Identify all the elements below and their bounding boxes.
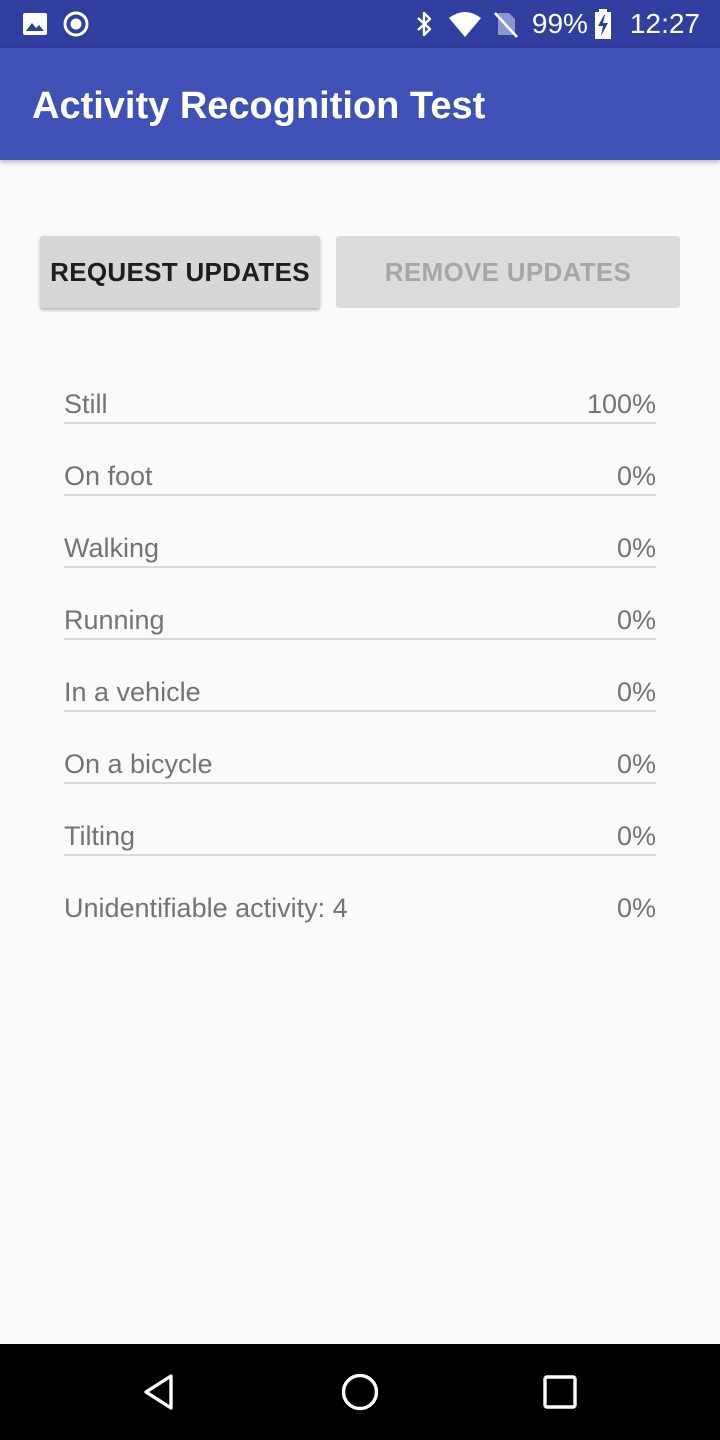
status-right-icons: 99% 12:27 [414, 8, 700, 40]
activity-row-unidentifiable: Unidentifiable activity: 4 0% [64, 884, 656, 956]
activity-confidence: 0% [616, 461, 656, 491]
activity-row-running: Running 0% [64, 596, 656, 668]
back-icon [140, 1372, 180, 1412]
home-button[interactable] [332, 1364, 388, 1420]
activity-name: Running [64, 605, 165, 635]
image-icon [22, 12, 48, 36]
row-divider [64, 422, 656, 424]
row-divider [64, 854, 656, 856]
app-bar: Activity Recognition Test [0, 48, 720, 160]
activity-confidence: 0% [616, 605, 656, 635]
activity-confidence: 0% [616, 893, 656, 923]
request-updates-button[interactable]: REQUEST UPDATES [40, 236, 320, 308]
row-divider [64, 566, 656, 568]
no-sim-icon [493, 10, 518, 38]
activity-row-still: Still 100% [64, 380, 656, 452]
navigation-bar [0, 1344, 720, 1440]
activity-name: Unidentifiable activity: 4 [64, 893, 348, 923]
activity-row-walking: Walking 0% [64, 524, 656, 596]
battery-percent: 99% [531, 8, 588, 39]
recents-icon [540, 1372, 580, 1412]
remove-updates-button[interactable]: REMOVE UPDATES [336, 236, 680, 308]
app-title: Activity Recognition Test [32, 85, 486, 127]
activity-row-on-foot: On foot 0% [64, 452, 656, 524]
recents-button[interactable] [532, 1364, 588, 1420]
record-icon [62, 10, 90, 38]
wifi-icon [448, 10, 482, 38]
activity-name: On foot [64, 461, 153, 491]
activity-confidence: 0% [616, 533, 656, 563]
activity-row-on-bicycle: On a bicycle 0% [64, 740, 656, 812]
activity-name: In a vehicle [64, 677, 201, 707]
activity-confidence: 0% [616, 749, 656, 779]
activity-row-in-vehicle: In a vehicle 0% [64, 668, 656, 740]
activity-name: Walking [64, 533, 160, 563]
activity-confidence: 100% [586, 389, 656, 419]
status-clock: 12:27 [629, 8, 700, 39]
status-left-icons [22, 10, 90, 38]
row-divider [64, 782, 656, 784]
row-divider [64, 710, 656, 712]
activity-name: On a bicycle [64, 749, 213, 779]
row-divider [64, 638, 656, 640]
activity-confidence: 0% [616, 821, 656, 851]
activity-row-tilting: Tilting 0% [64, 812, 656, 884]
activity-name: Still [64, 389, 108, 419]
back-button[interactable] [132, 1364, 188, 1420]
activity-name: Tilting [64, 821, 136, 851]
activity-list: Still 100% On foot 0% Walking 0% Running… [64, 380, 656, 956]
home-icon [340, 1372, 380, 1412]
battery-charging-icon [594, 9, 612, 39]
activity-confidence: 0% [616, 677, 656, 707]
status-bar: 99% 12:27 [0, 0, 720, 48]
bluetooth-icon [414, 10, 434, 38]
row-divider [64, 494, 656, 496]
